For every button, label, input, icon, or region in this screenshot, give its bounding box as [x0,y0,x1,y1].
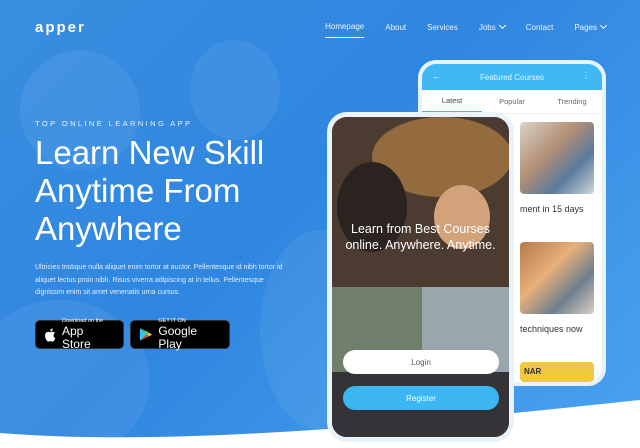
nav-item-contact[interactable]: Contact [526,22,554,38]
apple-icon [45,328,56,342]
course-thumbnail[interactable] [520,242,594,314]
featured-courses-title: Featured Courses [479,72,545,82]
nav-item-services[interactable]: Services [427,22,458,38]
chevron-down-icon [498,21,506,30]
course-title[interactable]: techniques now [520,324,583,334]
app-store-label: App Store [61,324,91,351]
brand-logo[interactable]: apper [35,19,86,36]
more-options-icon[interactable]: ⋮ [582,71,590,80]
nav-item-label: Pages [574,22,597,32]
course-thumbnail[interactable] [520,122,594,194]
featured-courses-header: ← Featured Courses ⋮ [422,64,602,90]
tab-latest[interactable]: Latest [422,90,482,113]
google-play-button[interactable]: GET IT ON Google Play [130,318,230,351]
nav-item-label: Services [427,22,458,32]
course-title[interactable]: ment in 15 days [520,204,584,214]
nav-item-label: Homepage [325,22,365,31]
tab-trending[interactable]: Trending [542,90,602,113]
nav-item-label: Contact [525,22,554,32]
login-button[interactable]: Login [343,350,499,374]
hero-headline: Learn New Skill Anytime From Anywhere [35,134,265,247]
nav-item-label: About [385,22,407,32]
hero-eyebrow: TOP ONLINE LEARNING APP [35,119,193,128]
nav-item-homepage[interactable]: Homepage [325,22,365,38]
course-tabs: Latest Popular Trending [422,90,602,114]
nav-item-label: Jobs [478,22,496,32]
google-play-icon [139,328,152,341]
phone-tagline: Learn from Best Courses online. Anywhere… [345,222,496,252]
phone-login-screen: Learn from Best Courses online. Anywhere… [327,112,514,442]
app-store-button[interactable]: Download on the App Store [35,318,124,351]
main-nav: Homepage About Services Jobs Contact Pages [304,21,608,38]
back-arrow-icon[interactable]: ← [432,71,441,81]
nav-item-pages[interactable]: Pages [574,21,608,38]
google-play-label: Google Play [158,324,198,351]
tab-popular[interactable]: Popular [482,90,542,113]
nav-item-about[interactable]: About [385,22,406,38]
chevron-down-icon [599,21,608,30]
register-button[interactable]: Register [343,386,499,410]
course-banner-text: NAR [524,367,542,376]
nav-item-jobs[interactable]: Jobs [478,21,506,38]
hero-description: Ultricies tristique nulla aliquet enim t… [35,264,283,296]
bottom-wave [0,400,640,448]
